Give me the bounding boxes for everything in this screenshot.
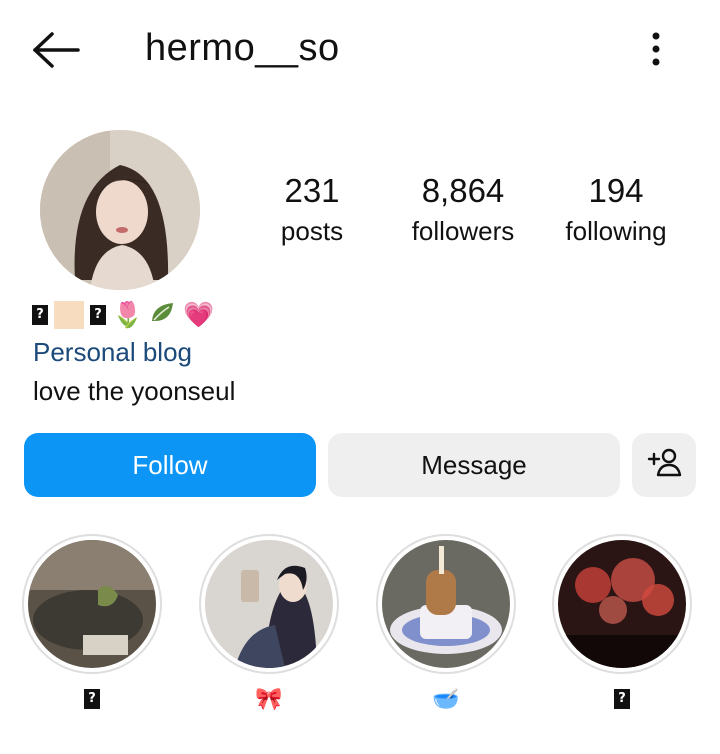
story-highlight[interactable]: 🥣 [376, 534, 516, 712]
bowl-icon: 🥣 [432, 686, 460, 711]
highlight-ring[interactable] [22, 534, 162, 674]
highlight-ring[interactable] [552, 534, 692, 674]
missing-glyph: ? [614, 689, 630, 709]
highlight-ring[interactable] [199, 534, 339, 674]
highlight-label: 🥣 [376, 686, 516, 712]
tulip-emoji: 🌷 [112, 300, 144, 329]
highlight-cover [558, 540, 686, 668]
posts-count: 231 [284, 172, 340, 209]
highlight-cover [382, 540, 510, 668]
following-stat[interactable]: 194 following [552, 172, 680, 248]
following-count: 194 [588, 172, 644, 209]
highlight-ring[interactable] [376, 534, 516, 674]
highlight-cover [28, 540, 156, 668]
highlight-label: 🎀 [199, 686, 339, 712]
add-user-button[interactable] [632, 433, 696, 497]
profile-header: hermo__so [0, 0, 720, 100]
ribbon-icon: 🎀 [255, 686, 283, 711]
bio-category[interactable]: Personal blog [33, 337, 192, 368]
followers-stat[interactable]: 8,864 followers [398, 172, 528, 248]
story-highlight[interactable]: ? [552, 534, 692, 712]
bio-text: love the yoonseul [33, 376, 236, 406]
following-label: following [565, 216, 667, 246]
missing-glyph: ? [90, 305, 106, 325]
highlight-label: ? [22, 686, 162, 712]
followers-label: followers [411, 216, 515, 246]
leaf-icon [149, 299, 177, 332]
back-arrow-icon[interactable] [30, 30, 82, 70]
missing-glyph: ? [32, 305, 48, 325]
story-highlight[interactable]: 🎀 [199, 534, 339, 712]
heart-emoji: 💗 [183, 300, 215, 329]
posts-label: posts [280, 216, 344, 246]
bio-emoji-line: ? ? 🌷 💗 [32, 300, 214, 330]
story-highlight[interactable]: ? [22, 534, 162, 712]
followers-count: 8,864 [421, 172, 505, 209]
add-person-icon [646, 447, 682, 484]
highlight-label: ? [552, 686, 692, 712]
more-vertical-icon[interactable] [640, 28, 672, 72]
follow-button[interactable]: Follow [24, 433, 316, 497]
highlight-cover [205, 540, 333, 668]
profile-username: hermo__so [145, 27, 340, 69]
skin-tone-swatch [54, 301, 84, 329]
profile-avatar[interactable] [40, 130, 200, 290]
posts-stat[interactable]: 231 posts [262, 172, 362, 248]
missing-glyph: ? [84, 689, 100, 709]
message-button[interactable]: Message [328, 433, 620, 497]
